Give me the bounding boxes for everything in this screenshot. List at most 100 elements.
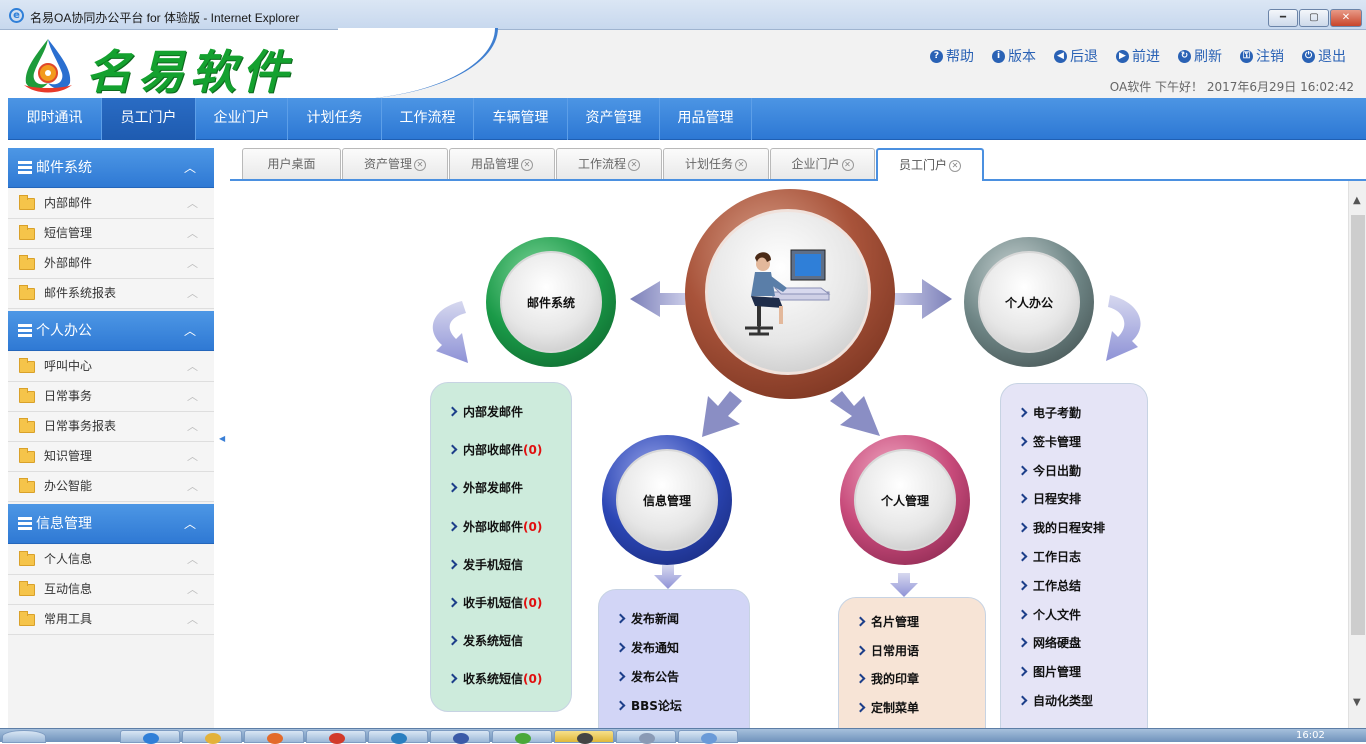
taskbar-chrome-button[interactable] [306,730,366,744]
chevron-up-icon[interactable]: ︿ [184,148,196,188]
portal-link[interactable]: 我的日程安排 [1017,519,1105,536]
sidebar-item[interactable]: 办公智能 ︿ [8,472,214,502]
start-button[interactable] [2,730,46,743]
portal-link[interactable]: 图片管理 [1017,663,1081,680]
info-management-title[interactable]: 信息管理 [616,449,718,551]
nav-item-6[interactable]: 资产管理 [568,98,660,140]
header-tool-4[interactable]: ↻ 刷新 [1178,46,1222,66]
minimize-button[interactable]: ━ [1268,9,1298,27]
nav-item-0[interactable]: 即时通讯 [8,98,102,140]
portal-link[interactable]: 我的印章 [855,670,919,687]
close-icon[interactable]: ✕ [414,158,426,171]
nav-item-4[interactable]: 工作流程 [382,98,474,140]
taskbar-ie-button[interactable] [120,730,180,744]
sidebar-item[interactable]: 日常事务 ︿ [8,382,214,412]
scroll-up-icon[interactable]: ▲ [1353,195,1361,206]
sidebar-item[interactable]: 个人信息 ︿ [8,545,214,575]
close-icon[interactable]: ✕ [841,158,854,171]
tab-1[interactable]: 资产管理 ✕ [342,148,448,179]
sidebar-item[interactable]: 知识管理 ︿ [8,442,214,472]
tab-5[interactable]: 企业门户 ✕ [770,148,875,179]
sidebar-item[interactable]: 呼叫中心 ︿ [8,352,214,382]
taskbar-active-ie-button[interactable] [554,730,614,744]
portal-link[interactable]: 发手机短信 [447,556,523,573]
sidebar-item[interactable]: 内部邮件 ︿ [8,189,214,219]
vertical-scrollbar[interactable]: ▲ ▼ [1348,181,1366,728]
nav-item-3[interactable]: 计划任务 [288,98,382,140]
sidebar-item[interactable]: 短信管理 ︿ [8,219,214,249]
header-tool-5[interactable]: ⚿ 注销 [1240,46,1284,66]
nav-item-1[interactable]: 员工门户 [102,98,196,140]
sidebar-item[interactable]: 外部邮件 ︿ [8,249,214,279]
sidebar-group-header[interactable]: 邮件系统 ︿ [8,148,214,188]
taskbar-app-button[interactable] [430,730,490,744]
header-tool-0[interactable]: ? 帮助 [930,46,974,66]
sidebar-item[interactable]: 互动信息 ︿ [8,575,214,605]
nav-item-7[interactable]: 用品管理 [660,98,752,140]
portal-link[interactable]: 名片管理 [855,613,919,630]
portal-link[interactable]: 收手机短信(0) [447,594,542,611]
portal-link[interactable]: 签卡管理 [1017,433,1081,450]
chevron-up-icon[interactable]: ︿ [184,504,196,544]
personal-management-circle[interactable]: 个人管理 [840,435,970,565]
collapse-sidebar-icon[interactable]: ◀ [219,433,225,445]
nav-item-2[interactable]: 企业门户 [196,98,288,140]
sidebar-item[interactable]: 日常事务报表 ︿ [8,412,214,442]
portal-link[interactable]: BBS论坛 [615,697,682,714]
close-icon[interactable]: ✕ [949,159,961,172]
tab-3[interactable]: 工作流程 ✕ [556,148,662,179]
portal-link[interactable]: 收系统短信(0) [447,670,542,687]
portal-link[interactable]: 外部收邮件(0) [447,518,542,535]
taskbar-app-button[interactable] [492,730,552,744]
taskbar-app-button[interactable] [368,730,428,744]
taskbar-app-button[interactable] [616,730,676,744]
portal-link[interactable]: 日常用语 [855,642,919,659]
close-icon[interactable]: ✕ [521,158,533,171]
portal-link[interactable]: 内部发邮件 [447,403,523,420]
header-tool-6[interactable]: ⏻ 退出 [1302,46,1346,66]
header-tool-1[interactable]: i 版本 [992,46,1036,66]
portal-link[interactable]: 个人文件 [1017,606,1081,623]
portal-link[interactable]: 发布公告 [615,668,679,685]
header-tool-3[interactable]: ▶ 前进 [1116,46,1160,66]
nav-item-5[interactable]: 车辆管理 [474,98,568,140]
taskbar-app-button[interactable] [678,730,738,744]
portal-link[interactable]: 日程安排 [1017,490,1081,507]
info-management-circle[interactable]: 信息管理 [602,435,732,565]
portal-link[interactable]: 工作日志 [1017,548,1081,565]
portal-link[interactable]: 发系统短信 [447,632,523,649]
portal-link[interactable]: 发布新闻 [615,610,679,627]
personal-management-title[interactable]: 个人管理 [854,449,956,551]
portal-link[interactable]: 内部收邮件(0) [447,441,542,458]
close-icon[interactable]: ✕ [735,158,747,171]
mail-system-circle[interactable]: 邮件系统 [486,237,616,367]
sidebar-group-header[interactable]: 信息管理 ︿ [8,504,214,544]
tab-4[interactable]: 计划任务 ✕ [663,148,769,179]
portal-link[interactable]: 工作总结 [1017,577,1081,594]
taskbar-explorer-button[interactable] [182,730,242,744]
taskbar-firefox-button[interactable] [244,730,304,744]
personal-office-title[interactable]: 个人办公 [978,251,1080,353]
sidebar-item[interactable]: 邮件系统报表 ︿ [8,279,214,309]
mail-system-title[interactable]: 邮件系统 [500,251,602,353]
portal-link[interactable]: 外部发邮件 [447,479,523,496]
portal-link[interactable]: 电子考勤 [1017,404,1081,421]
chevron-up-icon[interactable]: ︿ [184,311,196,351]
tab-6[interactable]: 员工门户 ✕ [876,148,984,181]
portal-link[interactable]: 自动化类型 [1017,692,1093,709]
header-tool-2[interactable]: ◀ 后退 [1054,46,1098,66]
portal-link[interactable]: 定制菜单 [855,699,919,716]
sidebar-splitter[interactable]: ◀ [216,148,228,728]
close-button[interactable]: ✕ [1330,9,1362,27]
maximize-button[interactable]: ▢ [1299,9,1329,27]
portal-link[interactable]: 发布通知 [615,639,679,656]
scroll-thumb[interactable] [1351,215,1365,635]
portal-link[interactable]: 今日出勤 [1017,462,1081,479]
close-icon[interactable]: ✕ [628,158,640,171]
sidebar-group-header[interactable]: 个人办公 ︿ [8,311,214,351]
tab-0[interactable]: 用户桌面 [242,148,341,179]
scroll-down-icon[interactable]: ▼ [1353,697,1361,708]
tab-2[interactable]: 用品管理 ✕ [449,148,555,179]
sidebar-item[interactable]: 常用工具 ︿ [8,605,214,635]
portal-link[interactable]: 网络硬盘 [1017,634,1081,651]
